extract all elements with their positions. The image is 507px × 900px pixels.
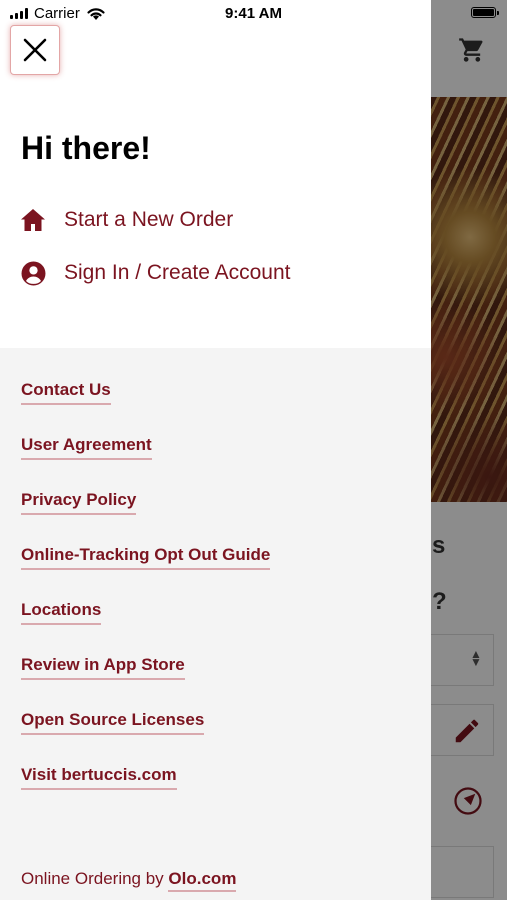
status-bar: Carrier 9:41 AM <box>0 0 507 30</box>
footer-prefix: Online Ordering by <box>21 869 164 888</box>
greeting-heading: Hi there! <box>21 130 151 166</box>
status-time: 9:41 AM <box>225 5 282 22</box>
close-icon <box>23 38 47 62</box>
start-new-order-label: Start a New Order <box>64 208 234 231</box>
sign-in-button[interactable]: Sign In / Create Account <box>20 260 290 286</box>
battery-icon <box>471 7 499 18</box>
sign-in-label: Sign In / Create Account <box>64 261 291 284</box>
side-drawer: Hi there! Start a New Order Sign In / Cr… <box>0 0 431 900</box>
olo-link[interactable]: Olo.com <box>168 869 237 892</box>
home-icon <box>20 207 46 233</box>
visit-website-link[interactable]: Visit bertuccis.com <box>21 765 177 790</box>
privacy-policy-link[interactable]: Privacy Policy <box>21 490 137 515</box>
locations-link[interactable]: Locations <box>21 600 102 625</box>
drawer-footer: Online Ordering by Olo.com <box>21 869 237 892</box>
drawer-header-section: Hi there! Start a New Order Sign In / Cr… <box>0 0 431 348</box>
open-source-licenses-link[interactable]: Open Source Licenses <box>21 710 205 735</box>
contact-us-link[interactable]: Contact Us <box>21 380 111 405</box>
review-app-store-link[interactable]: Review in App Store <box>21 655 185 680</box>
tracking-opt-out-link[interactable]: Online-Tracking Opt Out Guide <box>21 545 271 570</box>
user-agreement-link[interactable]: User Agreement <box>21 435 152 460</box>
close-button[interactable] <box>10 25 60 75</box>
account-icon <box>20 260 46 286</box>
start-new-order-button[interactable]: Start a New Order <box>20 207 233 233</box>
